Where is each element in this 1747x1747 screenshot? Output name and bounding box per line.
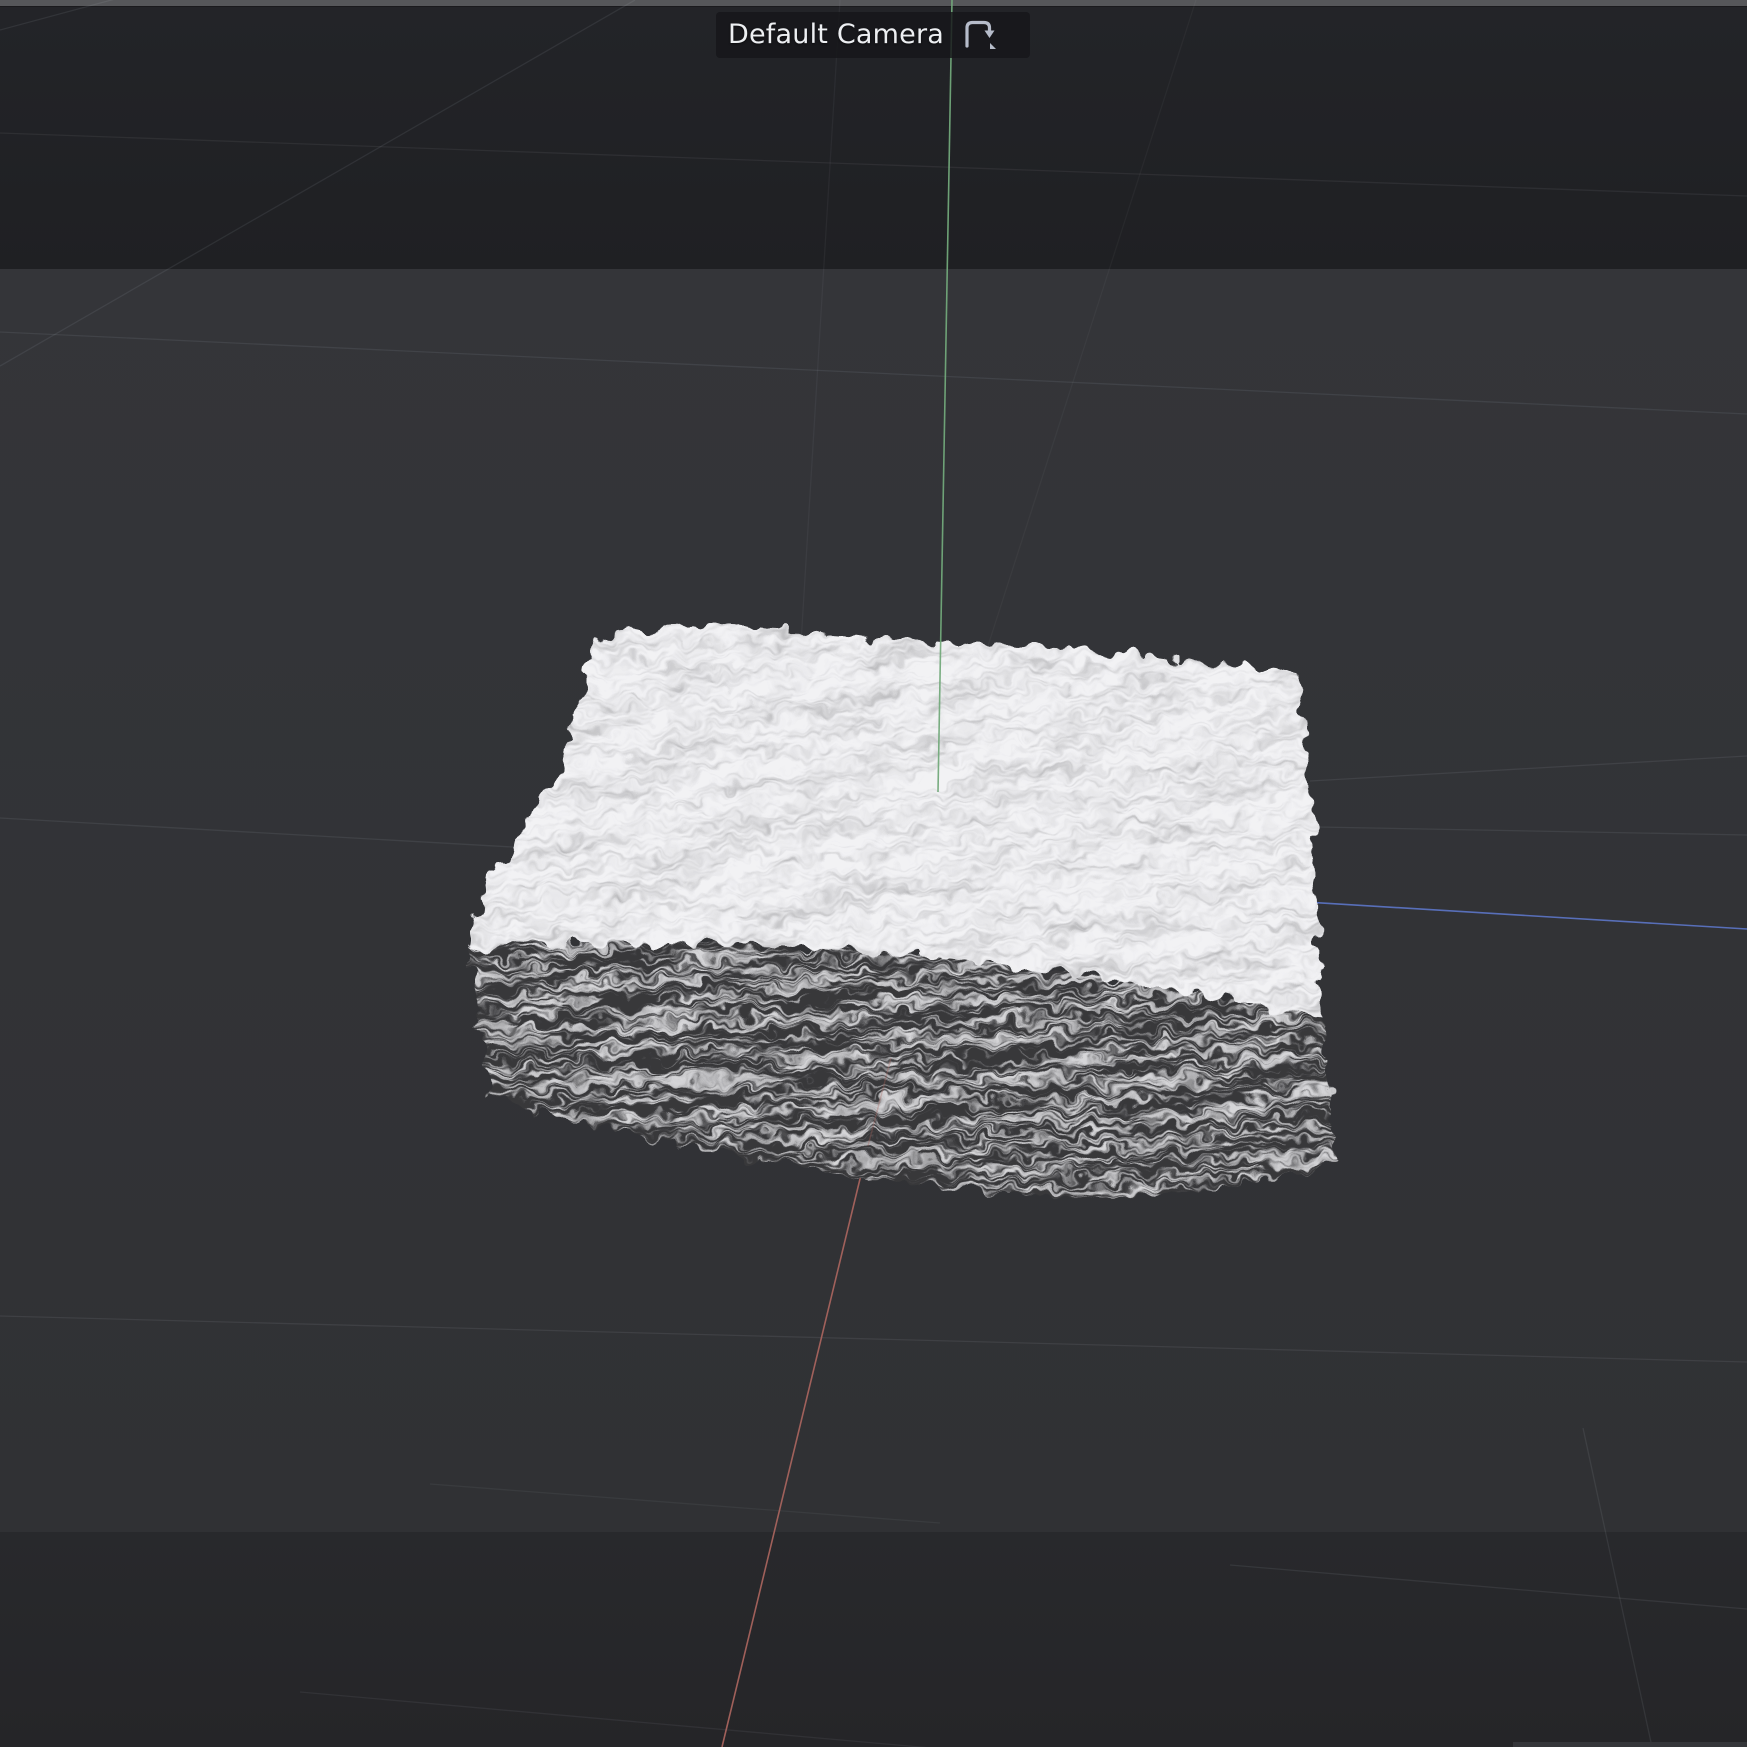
grid-line <box>1310 756 1747 781</box>
viewport-canvas[interactable] <box>0 0 1747 1747</box>
grid-line <box>1230 1565 1747 1609</box>
displaced-slab-mesh[interactable] <box>468 626 1338 1196</box>
grid-line <box>300 1692 1010 1747</box>
grid-line <box>430 1484 940 1523</box>
grid-line <box>985 0 1196 655</box>
bottom-right-panel-edge <box>1513 1742 1747 1747</box>
grid-line <box>0 818 548 849</box>
grid-line <box>1318 827 1747 835</box>
grid-line <box>1583 1428 1652 1747</box>
grid-line <box>0 0 635 366</box>
grid-line <box>0 133 1747 196</box>
camera-label-text[interactable]: Default Camera <box>728 12 944 58</box>
3d-viewport[interactable]: Default Camera <box>0 0 1747 1747</box>
camera-label[interactable]: Default Camera <box>716 12 1030 58</box>
grid-line <box>0 332 1747 414</box>
camera-switch-icon[interactable] <box>960 17 998 53</box>
grid-line <box>0 0 130 30</box>
x-axis-line <box>722 1146 868 1747</box>
grid-line <box>800 0 840 660</box>
grid-line <box>0 1316 1747 1362</box>
